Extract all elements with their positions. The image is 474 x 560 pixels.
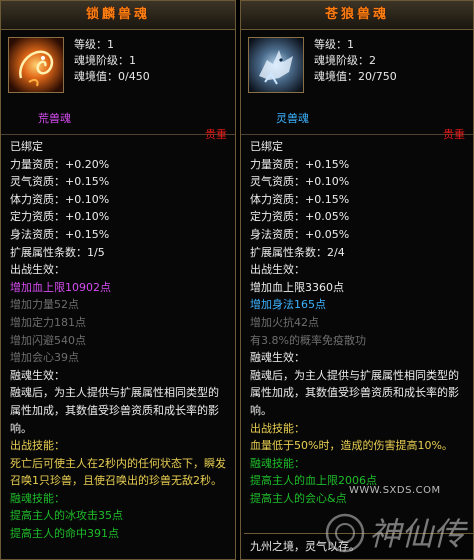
soul-tooltip-left: 锁麟兽魂 等级：1 魂境阶级：1 魂境值：0/450 荒兽魂 贵重 已绑定 力量…: [0, 0, 236, 560]
attribute-line: 已绑定: [250, 140, 283, 153]
attribute-line: 扩展属性条数：2/4: [250, 245, 345, 259]
attribute-line: 出战技能：: [250, 421, 305, 435]
level-text: 等级：1: [314, 38, 354, 51]
soul-title: 苍狼兽魂: [241, 1, 473, 30]
realm-value-text: 魂境值：0/450: [74, 70, 150, 83]
attribute-line: 融魂技能：: [250, 456, 305, 470]
attribute-line: 出战技能：: [10, 439, 65, 453]
attribute-line: 提高主人的命中391点: [10, 527, 119, 541]
soul-tooltip-right: 苍狼兽魂 等级：1 魂境阶级：2 魂境值：20/750 灵兽魂 贵重 已绑定 力…: [240, 0, 474, 560]
attribute-line: 提高主人的冰攻击35点: [10, 509, 123, 523]
attribute-line: 身法资质：+0.05%: [250, 227, 350, 241]
attribute-line: 力量资质：+0.15%: [250, 157, 350, 171]
attribute-line: 力量资质：+0.20%: [10, 157, 110, 171]
realm-value-text: 魂境值：20/750: [314, 70, 397, 83]
attribute-line: 扩展属性条数：1/5: [10, 245, 105, 259]
soul-attributes: 已绑定力量资质：+0.20% 灵气资质：+0.15% 体力资质：+0.10% 定力资质…: [1, 135, 235, 543]
attribute-line: 增加火抗42点: [250, 315, 319, 329]
soul-title: 锁麟兽魂: [1, 1, 235, 30]
soul-type-label: 灵兽魂: [276, 112, 309, 125]
attribute-line: 体力资质：+0.15%: [250, 192, 350, 206]
soul-type-label: 荒兽魂: [38, 112, 71, 125]
attribute-line: 出战生效：: [10, 263, 65, 277]
precious-tag: 贵重: [205, 128, 227, 141]
soul-attributes: 已绑定力量资质：+0.15% 灵气资质：+0.10% 体力资质：+0.15% 定力资质…: [241, 135, 473, 507]
precious-tag: 贵重: [443, 128, 465, 141]
attribute-line: 定力资质：+0.05%: [250, 210, 350, 224]
attribute-line: 增加血上限3360点: [250, 280, 344, 294]
level-text: 等级：1: [74, 38, 114, 51]
attribute-line: 融魂生效：: [10, 368, 65, 382]
realm-stage-text: 魂境阶级：2: [314, 54, 376, 67]
realm-stage-text: 魂境阶级：1: [74, 54, 136, 67]
attribute-line: 融魂后，为主人提供与扩展属性相同类型的属性加成，其数值受珍兽资质和成长率的影响。: [10, 386, 219, 435]
wolf-beast-soul-icon[interactable]: [248, 37, 304, 93]
attribute-line: 身法资质：+0.15%: [10, 227, 110, 241]
attribute-line: 增加会心39点: [10, 351, 79, 365]
attribute-line: 增加闪避540点: [10, 333, 86, 347]
attribute-line: 死亡后可使主人在2秒内的任何状态下，瞬发召唤1只珍兽，且使召唤出的珍兽无敌2秒。: [10, 456, 226, 488]
soul-header: 等级：1 魂境阶级：1 魂境值：0/450 荒兽魂 贵重: [1, 30, 235, 141]
attribute-line: 出战生效：: [250, 263, 305, 277]
attribute-line: 增加血上限10902点: [10, 280, 111, 294]
attribute-line: 融魂技能：: [10, 491, 65, 505]
attribute-line: 增加定力181点: [10, 315, 86, 329]
watermark-logo: 神仙传: [325, 513, 468, 553]
attribute-line: 融魂生效：: [250, 351, 305, 365]
attribute-line: 有3.8%的概率免疫散功: [250, 333, 366, 347]
watermark-logo-text: 神仙传: [369, 515, 468, 553]
attribute-line: 灵气资质：+0.15%: [10, 175, 110, 189]
soul-header: 等级：1 魂境阶级：2 魂境值：20/750 灵兽魂 贵重: [241, 30, 473, 141]
attribute-line: 已绑定: [10, 140, 43, 153]
attribute-line: 定力资质：+0.10%: [10, 210, 110, 224]
attribute-line: 血量低于50%时，造成的伤害提高10%。: [250, 439, 453, 453]
attribute-line: 灵气资质：+0.10%: [250, 175, 350, 189]
attribute-line: 增加身法165点: [250, 298, 326, 312]
fire-beast-soul-icon[interactable]: [8, 37, 64, 93]
attribute-line: 融魂后，为主人提供与扩展属性相同类型的属性加成，其数值受珍兽资质和成长率的影响。: [250, 368, 459, 417]
attribute-line: 增加力量52点: [10, 298, 79, 312]
attribute-line: 体力资质：+0.10%: [10, 192, 110, 206]
